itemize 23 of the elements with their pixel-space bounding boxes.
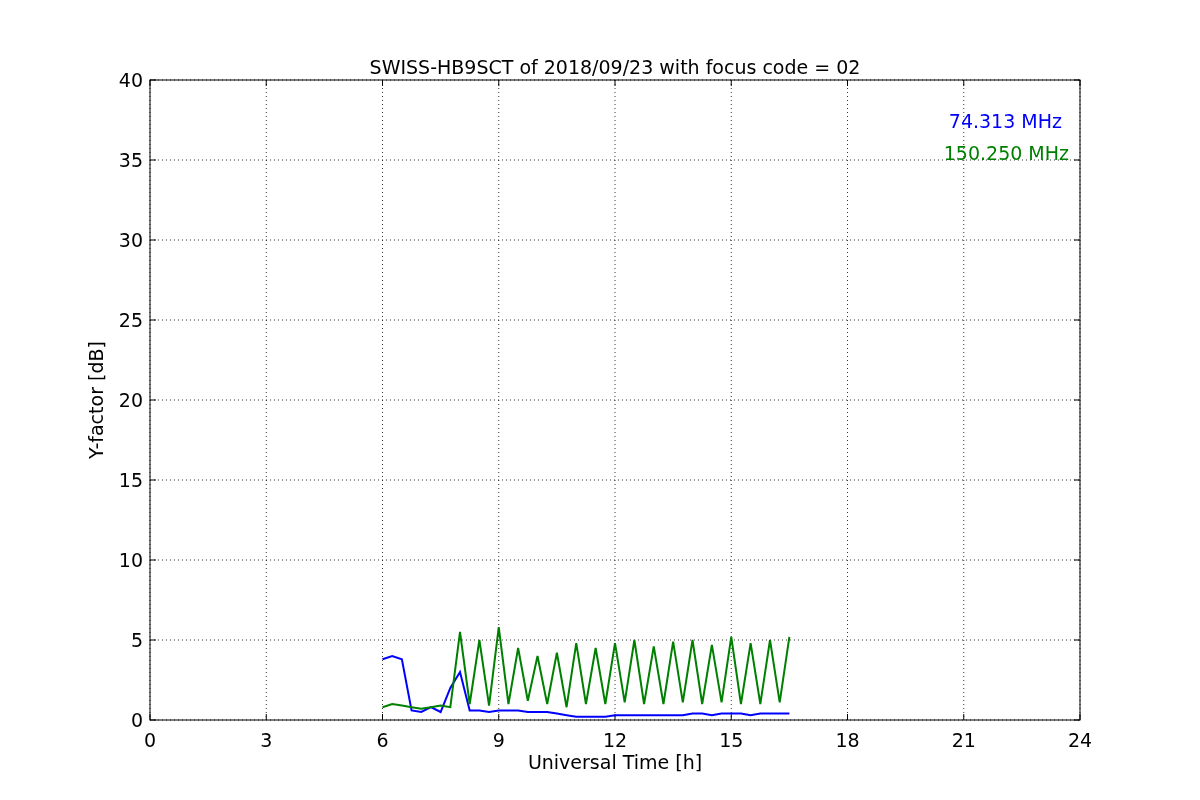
y-tick-label: 5 [130,629,143,651]
y-tick-label: 20 [118,389,143,411]
legend-label: 150.250 MHz [943,142,1069,164]
y-tick-label: 25 [118,309,143,331]
y-tick-label: 40 [118,69,143,91]
x-axis-label: Universal Time [h] [527,751,703,773]
x-tick-label: 3 [260,729,273,751]
x-tick-label: 0 [143,729,157,751]
x-tick-label: 21 [951,729,976,751]
x-tick-label: 18 [835,729,860,751]
chart-title: SWISS-HB9SCT of 2018/09/23 with focus code = 02 [369,56,861,78]
legend-label: 74.313 MHz [948,110,1062,132]
y-axis-label: Y-factor [dB] [85,341,107,459]
y-tick-label: 15 [118,469,143,491]
y-tick-label: 30 [118,229,143,251]
x-tick-label: 24 [1067,729,1093,751]
x-tick-label: 6 [376,729,389,751]
x-tick-label: 9 [492,729,505,751]
y-tick-label: 0 [130,709,143,731]
x-tick-label: 12 [602,729,628,751]
x-tick-label: 15 [719,729,744,751]
y-tick-label: 35 [118,149,143,171]
y-tick-label: 10 [118,549,143,571]
